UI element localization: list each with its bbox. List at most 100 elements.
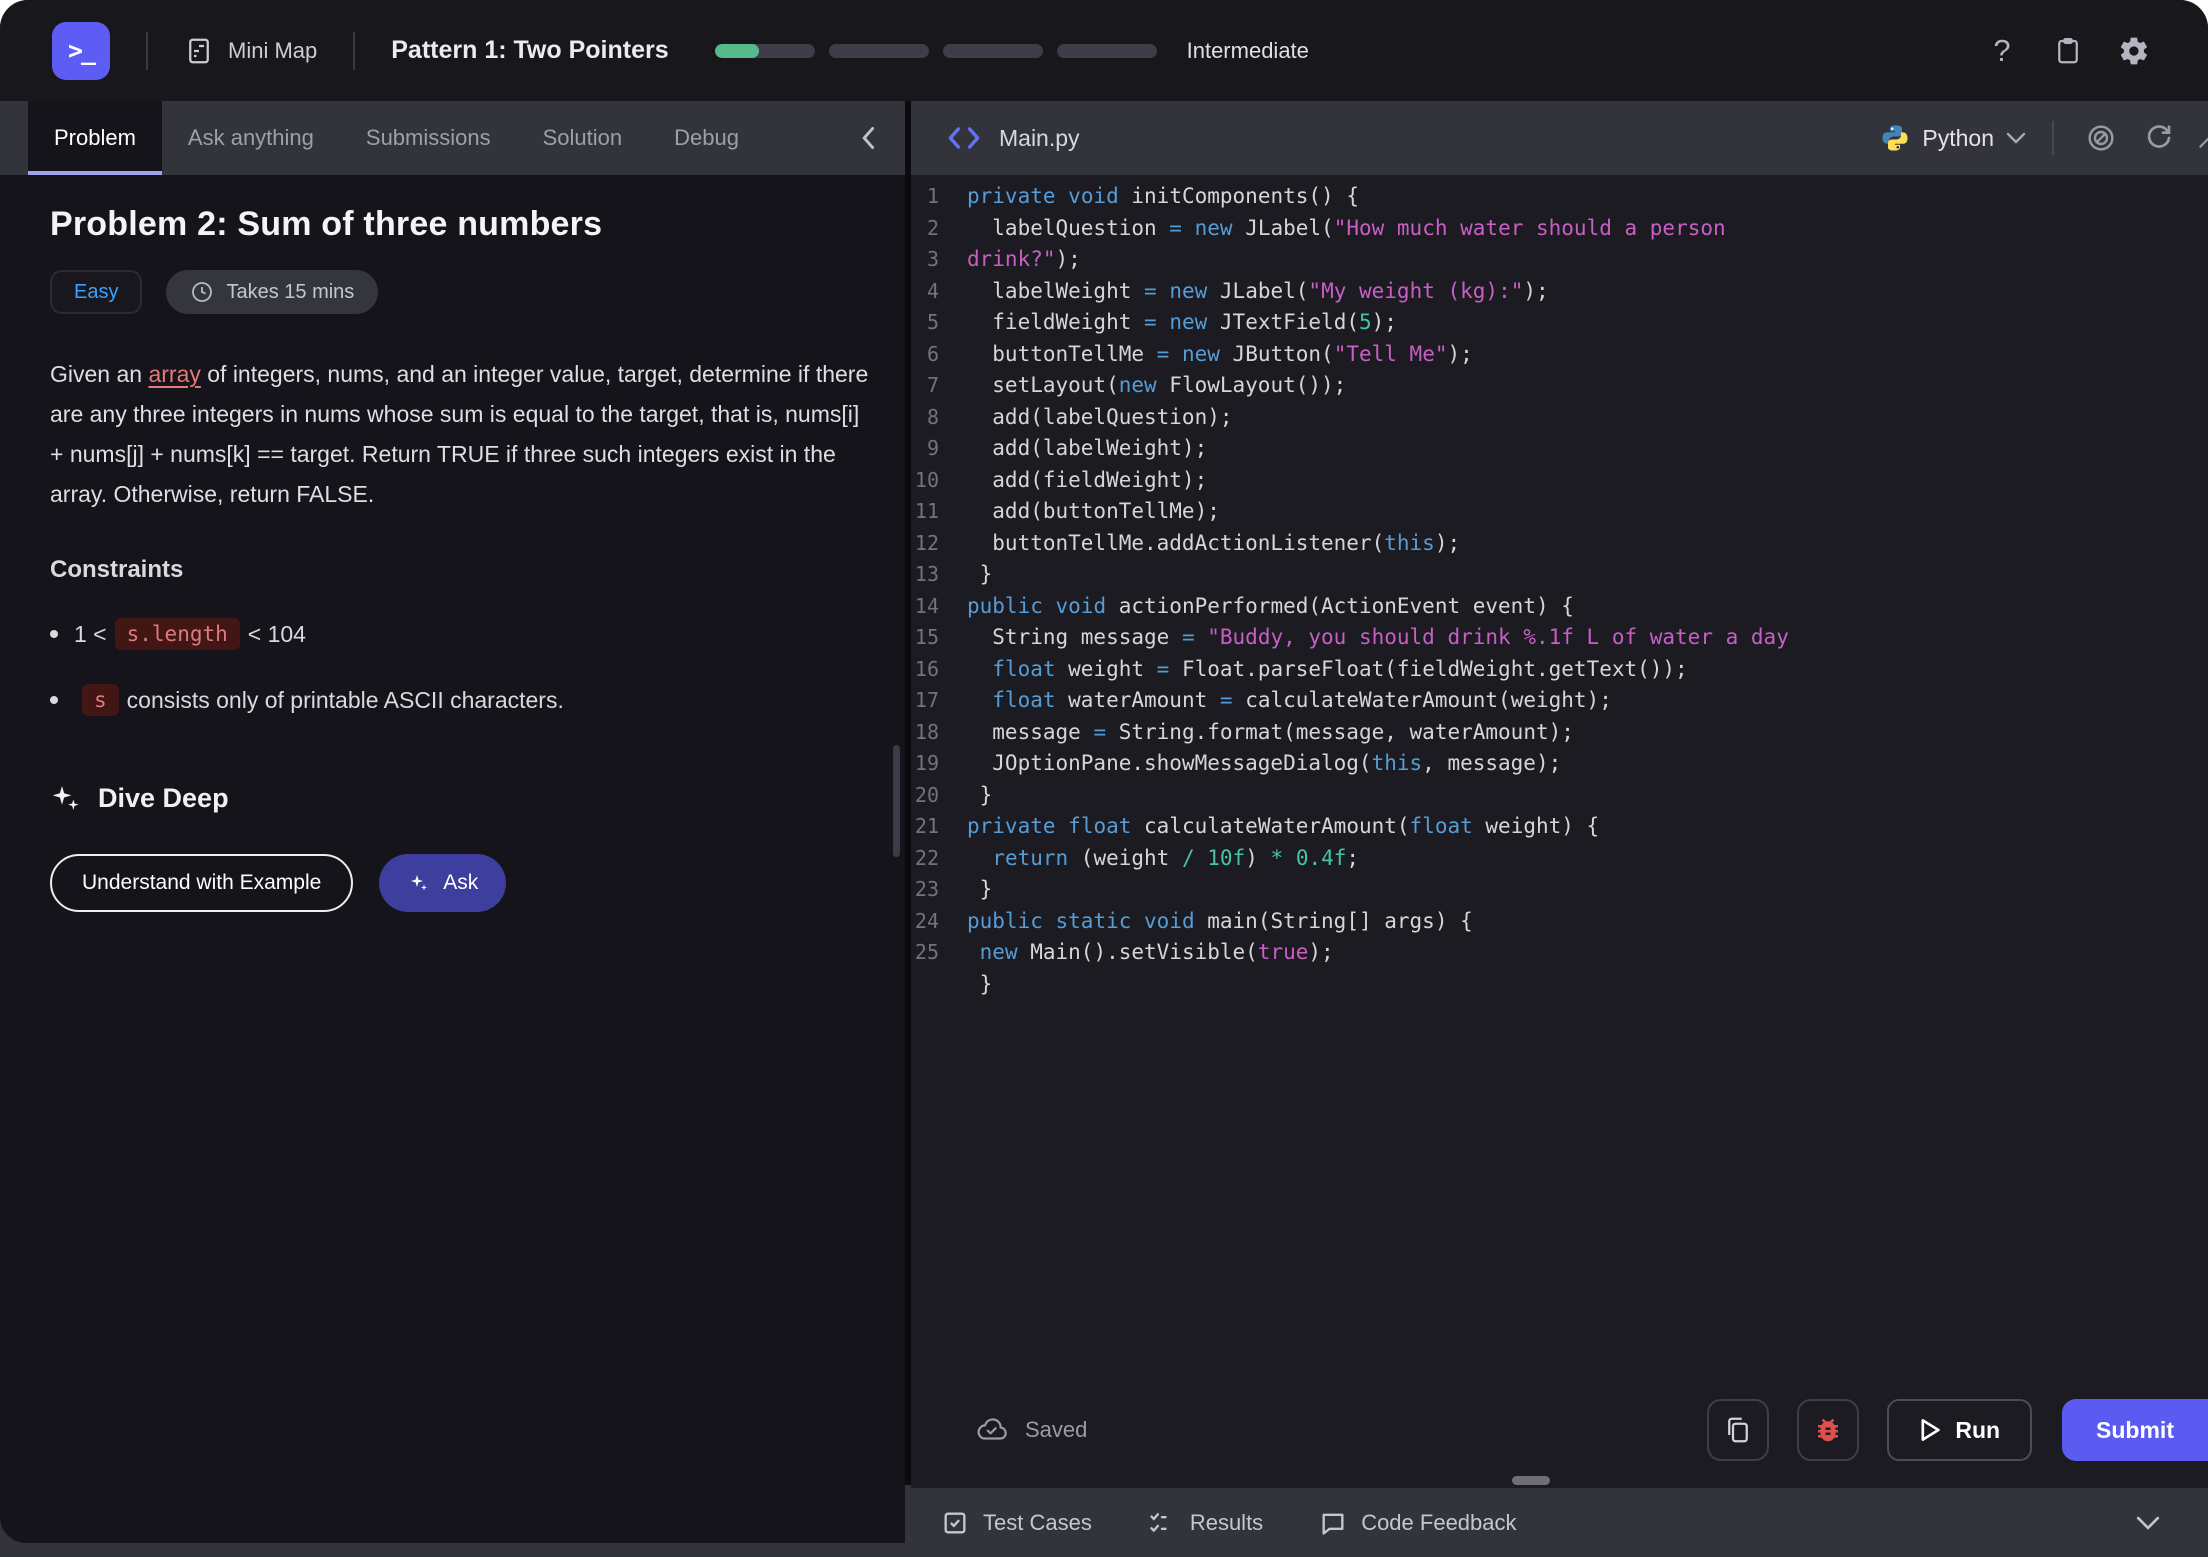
code-chip: s: [82, 684, 119, 716]
language-selector[interactable]: Python: [1880, 123, 2026, 153]
line-number: 17: [911, 685, 967, 717]
code-line: 13 }: [911, 559, 2208, 591]
bug-icon: [1813, 1415, 1843, 1445]
line-number: [911, 969, 967, 1001]
mini-map-button[interactable]: Mini Map: [184, 36, 317, 66]
file-name: Main.py: [999, 125, 1080, 152]
code-line: 22 return (weight / 10f) * 0.4f;: [911, 843, 2208, 875]
line-number: 18: [911, 717, 967, 749]
help-button[interactable]: ?: [1980, 29, 2024, 73]
line-number: 12: [911, 528, 967, 560]
code-line: 1private void initComponents() {: [911, 181, 2208, 213]
run-button[interactable]: Run: [1887, 1399, 2032, 1461]
autorun-disabled-button[interactable]: [2080, 117, 2122, 159]
code-line: 5 fieldWeight = new JTextField(5);: [911, 307, 2208, 339]
sparkles-icon: [50, 782, 82, 814]
chevron-down-icon: [2136, 1515, 2160, 1531]
tab-debug[interactable]: Debug: [648, 101, 765, 175]
line-number: 6: [911, 339, 967, 371]
reset-code-button[interactable]: [2138, 117, 2180, 159]
line-number: 16: [911, 654, 967, 686]
line-number: 20: [911, 780, 967, 812]
code-line: 7 setLayout(new FlowLayout());: [911, 370, 2208, 402]
code-line: 12 buttonTellMe.addActionListener(this);: [911, 528, 2208, 560]
code-line: 23 }: [911, 874, 2208, 906]
chevron-down-icon: [2006, 131, 2026, 145]
constraint-item: s consists only of printable ASCII chara…: [50, 684, 855, 716]
progress-bar: [715, 44, 1157, 58]
top-bar: >_ Mini Map Pattern 1: Two Pointers Inte…: [0, 0, 2208, 101]
line-number: 1: [911, 181, 967, 213]
collapse-panel-button[interactable]: [847, 101, 891, 175]
drawer-drag-handle[interactable]: [1512, 1476, 1550, 1485]
dive-deep-title: Dive Deep: [98, 783, 229, 814]
code-line: 20 }: [911, 780, 2208, 812]
constraints-list: 1 < s.length < 104s consists only of pri…: [50, 618, 855, 716]
tab-results[interactable]: Results: [1148, 1509, 1263, 1537]
problem-title: Problem 2: Sum of three numbers: [50, 205, 855, 244]
sparkle-icon: [407, 871, 431, 895]
line-number: 15: [911, 622, 967, 654]
tab-submissions[interactable]: Submissions: [340, 101, 517, 175]
code-line: 15 String message = "Buddy, you should d…: [911, 622, 2208, 654]
code-editor[interactable]: 1private void initComponents() {2 labelQ…: [911, 175, 2208, 1000]
line-number: 19: [911, 748, 967, 780]
mini-map-label: Mini Map: [228, 38, 317, 64]
problem-panel: ProblemAsk anythingSubmissionsSolutionDe…: [0, 101, 905, 1543]
line-number: 25: [911, 937, 967, 969]
line-number: 3: [911, 244, 967, 276]
tab-problem[interactable]: Problem: [28, 101, 162, 175]
debug-button[interactable]: [1797, 1399, 1859, 1461]
clipboard-button[interactable]: [2046, 29, 2090, 73]
code-line: }: [911, 969, 2208, 1001]
line-number: 2: [911, 213, 967, 245]
line-number: 24: [911, 906, 967, 938]
tab-code-feedback[interactable]: Code Feedback: [1319, 1509, 1516, 1537]
time-estimate-badge: Takes 15 mins: [166, 270, 378, 314]
code-line: 24public static void main(String[] args)…: [911, 906, 2208, 938]
code-line: 18 message = String.format(message, wate…: [911, 717, 2208, 749]
divider: [146, 32, 148, 70]
problem-content: Problem 2: Sum of three numbers Easy Tak…: [0, 175, 905, 912]
copy-icon: [1723, 1415, 1753, 1445]
code-line: 10 add(fieldWeight);: [911, 465, 2208, 497]
code-editor-panel: Main.py Python: [911, 101, 2208, 1488]
copy-code-button[interactable]: [1707, 1399, 1769, 1461]
tab-ask-anything[interactable]: Ask anything: [162, 101, 340, 175]
code-line: 21private float calculateWaterAmount(flo…: [911, 811, 2208, 843]
understand-with-example-button[interactable]: Understand with Example: [50, 854, 353, 912]
speech-bubble-icon: [1319, 1509, 1347, 1537]
scrollbar-thumb[interactable]: [893, 745, 900, 857]
tab-test-cases[interactable]: Test Cases: [941, 1509, 1092, 1537]
app-logo[interactable]: >_: [52, 22, 110, 80]
tab-solution[interactable]: Solution: [517, 101, 649, 175]
code-line: 11 add(buttonTellMe);: [911, 496, 2208, 528]
cloud-check-icon: [975, 1417, 1009, 1443]
circle-slash-icon: [2085, 122, 2117, 154]
problem-description: Given an array of integers, nums, and an…: [50, 354, 872, 514]
constraints-heading: Constraints: [50, 556, 855, 584]
code-line: 16 float weight = Float.parseFloat(field…: [911, 654, 2208, 686]
mini-map-icon: [184, 36, 214, 66]
code-line: 6 buttonTellMe = new JButton("Tell Me");: [911, 339, 2208, 371]
code-line: 17 float waterAmount = calculateWaterAmo…: [911, 685, 2208, 717]
progress-segment: [715, 44, 815, 58]
array-link[interactable]: array: [148, 361, 200, 387]
difficulty-badge[interactable]: Easy: [50, 270, 142, 314]
line-number: 13: [911, 559, 967, 591]
terminal-icon: >_: [68, 36, 94, 65]
code-line: 25 new Main().setVisible(true);: [911, 937, 2208, 969]
expand-icon-partial: [2196, 125, 2208, 151]
code-line: 14public void actionPerformed(ActionEven…: [911, 591, 2208, 623]
gear-icon: [2118, 35, 2150, 67]
checkbox-icon: [941, 1509, 969, 1537]
python-logo-icon: [1880, 123, 1910, 153]
progress-segment: [1057, 44, 1157, 58]
line-number: 11: [911, 496, 967, 528]
settings-button[interactable]: [2112, 29, 2156, 73]
ask-button[interactable]: Ask: [379, 854, 506, 912]
submit-button[interactable]: Submit: [2062, 1399, 2208, 1461]
line-number: 5: [911, 307, 967, 339]
collapse-drawer-button[interactable]: [2128, 1503, 2168, 1543]
line-number: 22: [911, 843, 967, 875]
